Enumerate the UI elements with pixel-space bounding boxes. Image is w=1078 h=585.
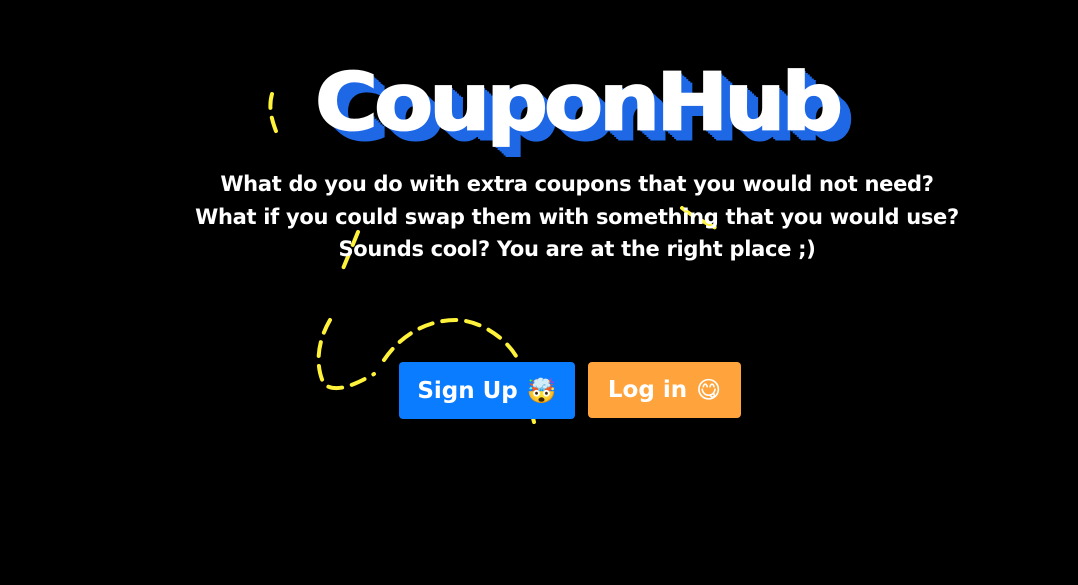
log-in-label: Log in	[607, 377, 688, 403]
tagline-line: Sounds cool? You are at the right place …	[338, 237, 816, 261]
yummy-face-emoji-icon: 😋	[696, 376, 722, 404]
log-in-button[interactable]: Log in 😋	[588, 362, 741, 418]
scribble-stroke	[382, 317, 518, 362]
auth-buttons: Sign Up 🤯 Log in 😋	[399, 362, 741, 419]
sign-up-label: Sign Up	[417, 377, 518, 404]
tagline-line: What do you do with extra coupons that y…	[220, 172, 934, 196]
hero-section: CouponHub What do you do with extra coup…	[0, 60, 1078, 266]
scribble-stroke	[316, 318, 376, 391]
sign-up-button[interactable]: Sign Up 🤯	[399, 362, 575, 419]
tagline: What do you do with extra coupons that y…	[0, 168, 1078, 266]
site-logo: CouponHub	[314, 57, 844, 149]
exploding-head-emoji-icon: 🤯	[526, 376, 557, 405]
tagline-line: What if you could swap them with somethi…	[195, 204, 959, 229]
